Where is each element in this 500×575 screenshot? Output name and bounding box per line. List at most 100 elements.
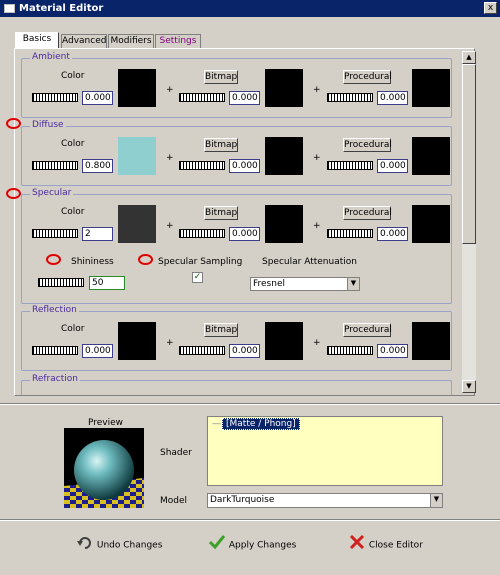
undo-changes-button[interactable]: Undo Changes — [76, 535, 162, 553]
chevron-down-icon: ▼ — [430, 494, 442, 507]
specular-bitmap-input[interactable]: 0.000 — [229, 227, 260, 241]
specular-attenuation-value: Fresnel — [253, 279, 285, 289]
diffuse-color-slider[interactable] — [32, 161, 78, 170]
specular-sampling-checkbox[interactable]: ✓ — [192, 272, 203, 283]
ambient-color-input[interactable]: 0.000 — [82, 91, 113, 105]
window-icon — [4, 4, 15, 13]
tree-connector: — — [212, 419, 221, 429]
reflection-procedural-button[interactable]: Procedural — [343, 323, 392, 337]
scroll-up-button[interactable]: ▲ — [462, 51, 476, 64]
specular-color-input[interactable]: 2 — [82, 227, 113, 241]
chevron-down-icon: ▼ — [347, 278, 359, 290]
tab-advanced-label: Advanced — [62, 36, 107, 46]
diffuse-procedural-slider[interactable] — [327, 161, 373, 170]
shininess-slider[interactable] — [38, 278, 84, 287]
reflection-color-input[interactable]: 0.000 — [82, 344, 113, 358]
specular-procedural-input[interactable]: 0.000 — [377, 227, 408, 241]
diffuse-highlight-circle — [6, 118, 21, 129]
diffuse-procedural-swatch[interactable] — [412, 137, 450, 175]
ambient-procedural-slider[interactable] — [327, 93, 373, 102]
refraction-title: Refraction — [30, 374, 80, 384]
specular-attenuation-select[interactable]: Fresnel ▼ — [250, 277, 360, 291]
scroll-thumb[interactable] — [462, 64, 476, 244]
reflection-bitmap-button[interactable]: Bitmap — [204, 323, 238, 337]
reflection-color-label: Color — [61, 324, 85, 334]
reflection-bitmap-slider[interactable] — [179, 346, 225, 355]
tab-basics[interactable]: Basics — [15, 32, 59, 49]
close-window-button[interactable]: x — [484, 2, 497, 14]
diffuse-title: Diffuse — [30, 120, 66, 130]
reflection-color-swatch[interactable] — [118, 322, 156, 360]
diffuse-procedural-input[interactable]: 0.000 — [377, 159, 408, 173]
ambient-group: Ambient Color 0.000 + Bitmap 0.000 + Pro… — [21, 52, 452, 118]
specular-color-label: Color — [61, 207, 85, 217]
specular-procedural-slider[interactable] — [327, 229, 373, 238]
ambient-bitmap-button[interactable]: Bitmap — [204, 70, 238, 84]
material-preview-image — [64, 428, 144, 508]
model-value: DarkTurquoise — [210, 495, 275, 505]
red-x-icon — [348, 534, 366, 555]
scroll-down-button[interactable]: ▼ — [462, 380, 476, 393]
undo-changes-label: Undo Changes — [96, 540, 163, 551]
plus-sign: + — [166, 153, 174, 163]
reflection-procedural-swatch[interactable] — [412, 322, 450, 360]
vertical-scrollbar[interactable]: ▲ ▼ — [461, 51, 476, 393]
preview-label: Preview — [88, 418, 124, 428]
shader-tree[interactable]: — [Matte / Phong] — [207, 416, 443, 486]
specular-color-swatch[interactable] — [118, 205, 156, 243]
ambient-color-swatch[interactable] — [118, 69, 156, 107]
reflection-color-slider[interactable] — [32, 346, 78, 355]
diffuse-bitmap-input[interactable]: 0.000 — [229, 159, 260, 173]
reflection-bitmap-swatch[interactable] — [265, 322, 303, 360]
reflection-procedural-input[interactable]: 0.000 — [377, 344, 408, 358]
diffuse-color-swatch[interactable] — [118, 137, 156, 175]
ambient-procedural-button[interactable]: Procedural — [343, 70, 392, 84]
specular-bitmap-swatch[interactable] — [265, 205, 303, 243]
diffuse-color-input[interactable]: 0.800 — [82, 159, 113, 173]
tab-settings[interactable]: Settings — [155, 34, 201, 48]
preview-sphere-render — [64, 428, 144, 508]
ambient-color-slider[interactable] — [32, 93, 78, 102]
diffuse-procedural-button[interactable]: Procedural — [343, 138, 392, 152]
reflection-bitmap-input[interactable]: 0.000 — [229, 344, 260, 358]
shininess-highlight-circle — [46, 254, 61, 265]
plus-sign: + — [166, 338, 174, 348]
plus-sign: + — [313, 221, 321, 231]
specular-attenuation-label: Specular Attenuation — [262, 257, 357, 267]
reflection-group: Reflection Color 0.000 + Bitmap 0.000 + … — [21, 305, 452, 371]
plus-sign: + — [166, 85, 174, 95]
ambient-bitmap-input[interactable]: 0.000 — [229, 91, 260, 105]
ambient-bitmap-slider[interactable] — [179, 93, 225, 102]
specular-group: Specular Color 2 + Bitmap 0.000 + Proced… — [21, 188, 452, 304]
shader-label: Shader — [160, 448, 192, 458]
reflection-procedural-slider[interactable] — [327, 346, 373, 355]
specular-bitmap-button[interactable]: Bitmap — [204, 206, 238, 220]
specular-procedural-swatch[interactable] — [412, 205, 450, 243]
ambient-procedural-swatch[interactable] — [412, 69, 450, 107]
tab-basics-label: Basics — [22, 34, 52, 44]
model-select[interactable]: DarkTurquoise ▼ — [207, 493, 443, 508]
specular-color-slider[interactable] — [32, 229, 78, 238]
shininess-label: Shininess — [71, 257, 114, 267]
tab-advanced[interactable]: Advanced — [61, 34, 107, 48]
ambient-procedural-input[interactable]: 0.000 — [377, 91, 408, 105]
apply-changes-button[interactable]: Apply Changes — [208, 535, 296, 553]
close-editor-button[interactable]: Close Editor — [348, 534, 423, 555]
diffuse-bitmap-button[interactable]: Bitmap — [204, 138, 238, 152]
shininess-input[interactable]: 50 — [89, 276, 125, 290]
diffuse-bitmap-swatch[interactable] — [265, 137, 303, 175]
separator — [0, 519, 500, 521]
apply-changes-label: Apply Changes — [228, 540, 297, 551]
plus-sign: + — [313, 85, 321, 95]
specular-bitmap-slider[interactable] — [179, 229, 225, 238]
title-bar: Material Editor x — [0, 0, 500, 17]
close-editor-label: Close Editor — [368, 540, 423, 551]
diffuse-bitmap-slider[interactable] — [179, 161, 225, 170]
plus-sign: + — [313, 153, 321, 163]
sampling-highlight-circle — [138, 254, 153, 265]
specular-procedural-button[interactable]: Procedural — [343, 206, 392, 220]
ambient-bitmap-swatch[interactable] — [265, 69, 303, 107]
specular-sampling-label: Specular Sampling — [158, 257, 243, 267]
tab-modifiers[interactable]: Modifiers — [108, 34, 154, 48]
shader-tree-item[interactable]: [Matte / Phong] — [222, 418, 300, 430]
